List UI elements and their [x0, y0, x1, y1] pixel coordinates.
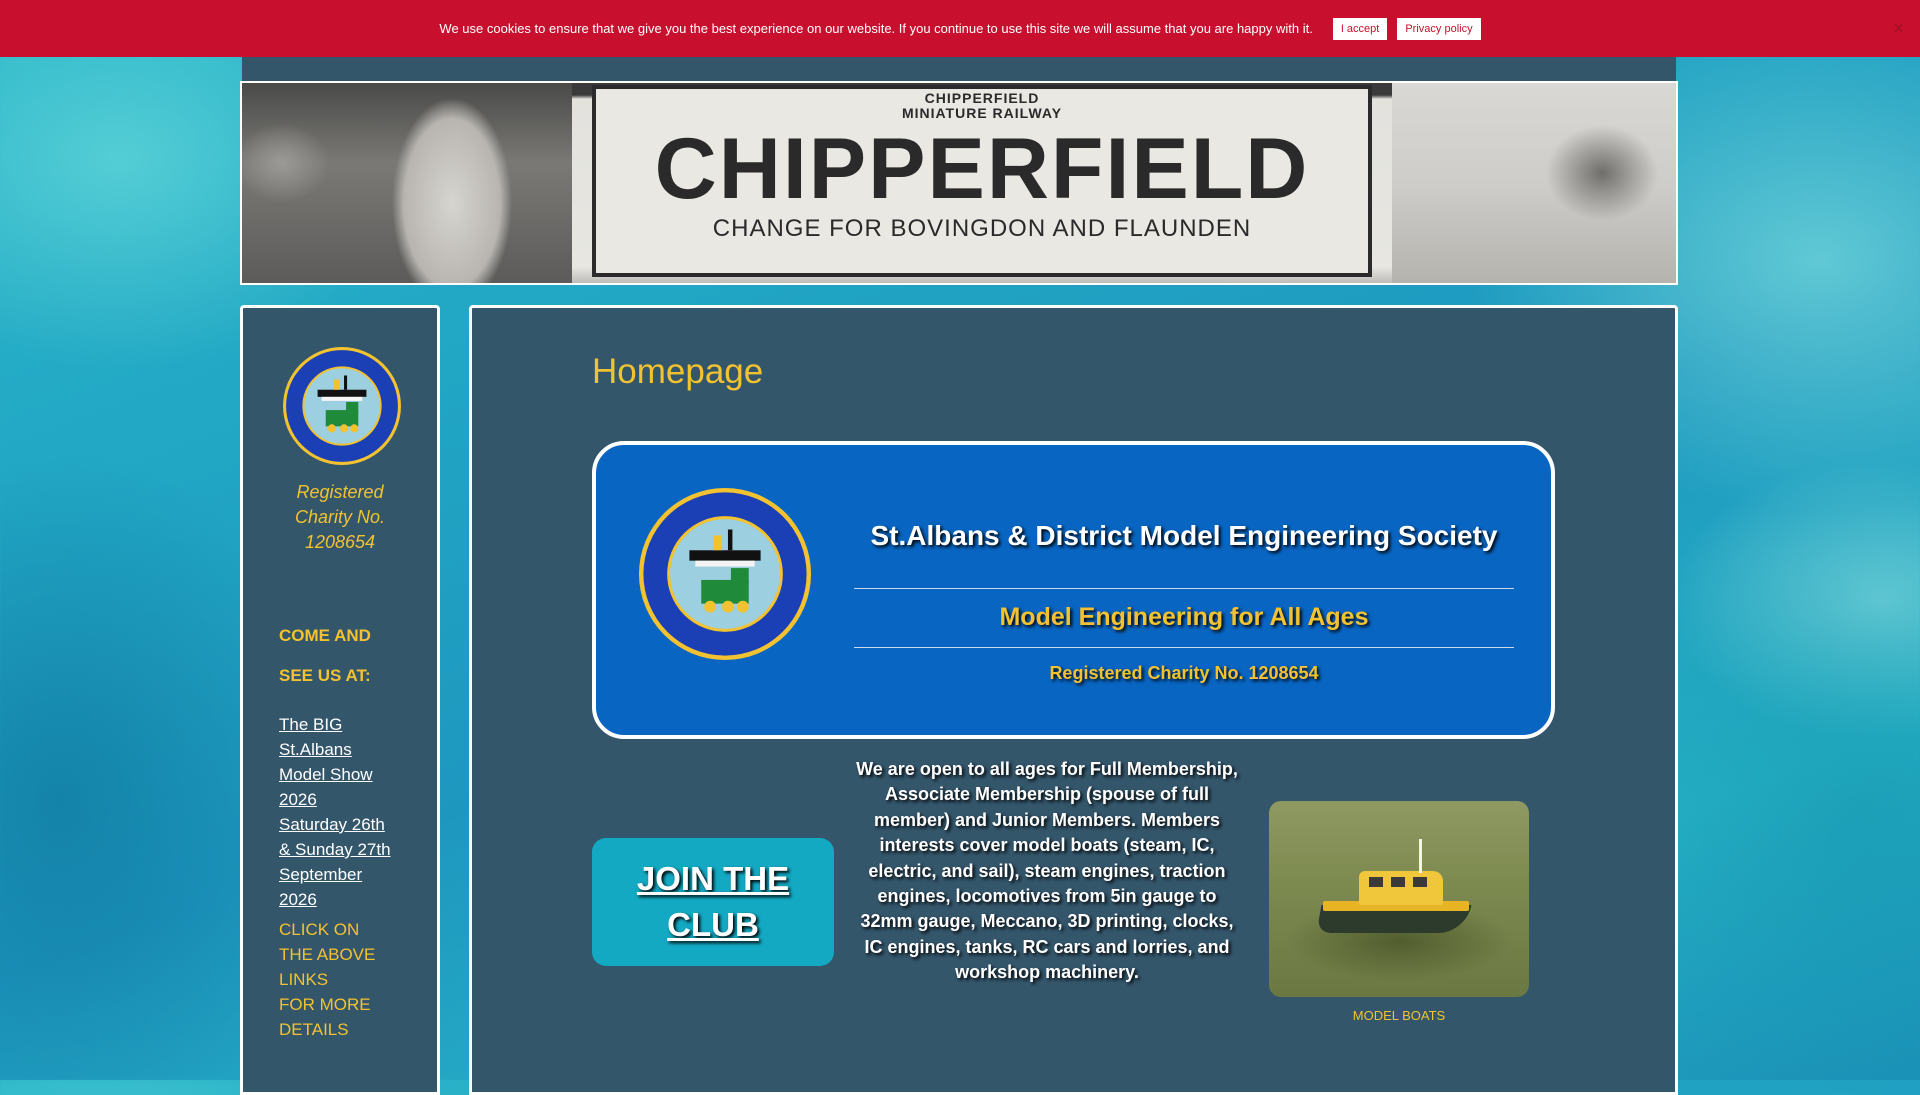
click-line: FOR MORE — [279, 995, 371, 1014]
click-line: CLICK ON — [279, 920, 360, 939]
close-icon[interactable]: × — [1893, 19, 1904, 37]
cookie-notice-bar: We use cookies to ensure that we give yo… — [0, 0, 1920, 57]
boat-mast — [1419, 839, 1422, 873]
photo-caption: MODEL BOATS — [1352, 1008, 1446, 1023]
hero-divider — [854, 647, 1514, 648]
click-line: DETAILS — [279, 1020, 349, 1039]
event-line[interactable]: September — [279, 862, 409, 887]
sidebar: Registered Charity No. 1208654 COME AND … — [240, 305, 440, 1095]
event-line[interactable]: 2026 — [279, 787, 409, 812]
sidebar-event-link[interactable]: The BIG St.Albans Model Show 2026 Saturd… — [279, 712, 409, 912]
cookie-message: We use cookies to ensure that we give yo… — [439, 21, 1313, 36]
event-line[interactable]: & Sunday 27th — [279, 837, 409, 862]
event-line[interactable]: Saturday 26th — [279, 812, 409, 837]
come-line: COME AND — [279, 626, 371, 645]
privacy-policy-button[interactable]: Privacy policy — [1397, 17, 1481, 40]
join-club-button[interactable]: JOIN THE CLUB — [592, 838, 834, 966]
boat-window — [1369, 877, 1383, 887]
main-content-panel: Homepage St.Albans & District Model Engi… — [469, 305, 1678, 1095]
charity-line: Registered — [296, 482, 384, 502]
model-boat-photo — [1269, 801, 1529, 997]
hero-banner: St.Albans & District Model Engineering S… — [592, 441, 1555, 739]
sign-big-text: CHIPPERFIELD — [654, 121, 1310, 217]
boat-window — [1413, 877, 1427, 887]
sidebar-charity-text: Registered Charity No. 1208654 — [253, 480, 427, 555]
banner-flag-photo — [1392, 83, 1676, 283]
hero-divider — [854, 588, 1514, 589]
header-banner-image: CHIPPERFIELD MINIATURE RAILWAY CHIPPERFIE… — [240, 81, 1678, 285]
society-logo-icon — [283, 347, 401, 465]
sign-sub-text: CHANGE FOR BOVINGDON AND FLAUNDEN — [712, 215, 1252, 242]
boat-window — [1391, 877, 1405, 887]
hero-charity-number: Registered Charity No. 1208654 — [1049, 663, 1319, 683]
page-title: Homepage — [592, 352, 764, 391]
click-line: LINKS — [279, 970, 329, 989]
header-nav-strip — [242, 57, 1676, 83]
sidebar-come-see-us: COME AND SEE US AT: — [279, 616, 429, 696]
sidebar-click-note: CLICK ON THE ABOVE LINKS FOR MORE DETAIL… — [279, 917, 409, 1042]
charity-line: Charity No. — [294, 507, 386, 527]
event-line[interactable]: 2026 — [279, 887, 409, 912]
banner-crowd-photo — [242, 83, 572, 283]
hero-tagline: Model Engineering for All Ages — [999, 603, 1369, 631]
click-line: THE ABOVE — [279, 945, 376, 964]
membership-description: We are open to all ages for Full Members… — [856, 759, 1238, 983]
sign-small-text: CHIPPERFIELD MINIATURE RAILWAY — [901, 90, 1063, 121]
event-line[interactable]: Model Show — [279, 762, 409, 787]
event-line[interactable]: The BIG — [279, 712, 409, 737]
charity-line: 1208654 — [304, 532, 376, 552]
cookie-accept-button[interactable]: I accept — [1332, 17, 1388, 40]
society-logo-icon — [638, 487, 812, 661]
come-line: SEE US AT: — [279, 666, 371, 685]
event-line[interactable]: St.Albans — [279, 737, 409, 762]
hero-title: St.Albans & District Model Engineering S… — [870, 520, 1498, 551]
banner-station-sign: CHIPPERFIELD MINIATURE RAILWAY CHIPPERFIE… — [572, 83, 1392, 283]
